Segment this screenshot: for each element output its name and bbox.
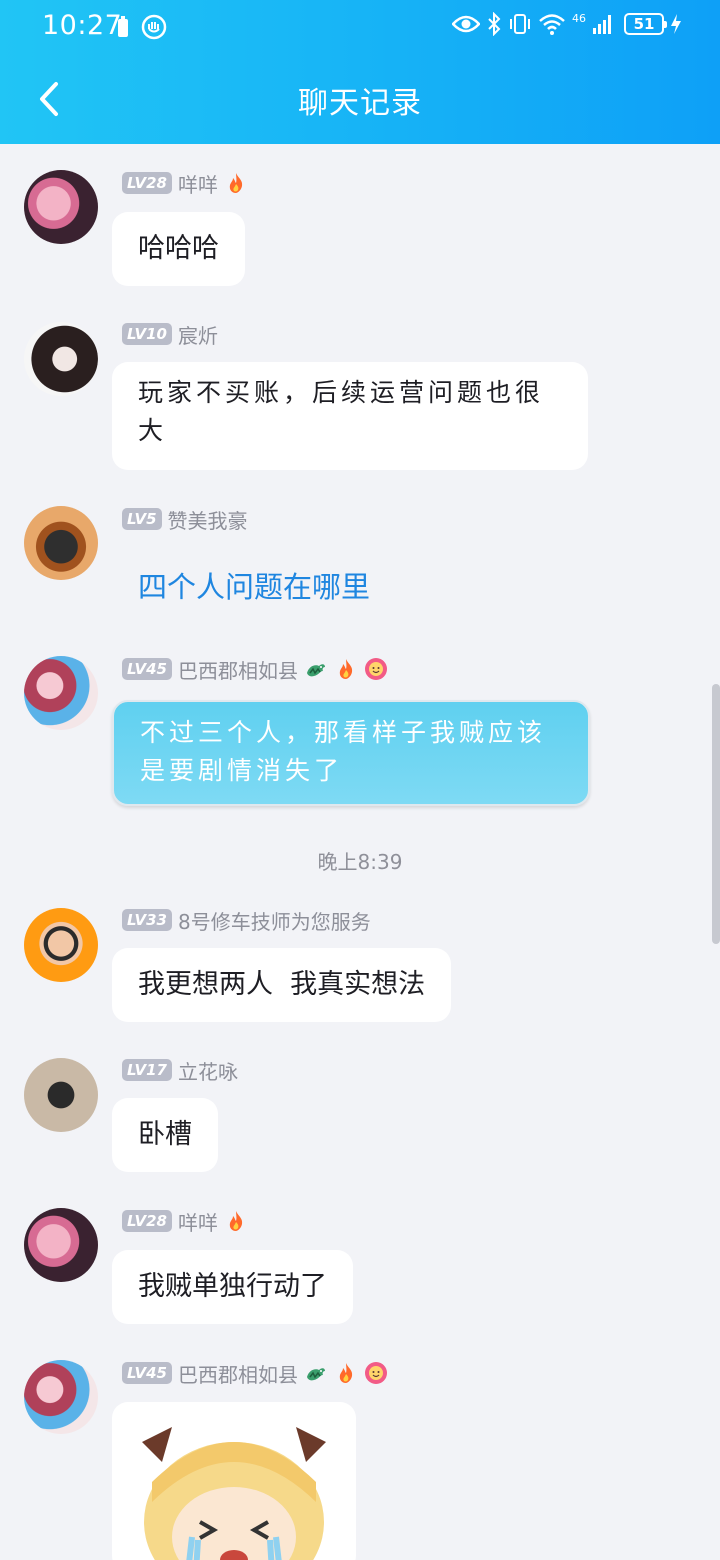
scrollbar[interactable] (712, 684, 720, 944)
dragon-icon (306, 1368, 325, 1381)
username[interactable]: 巴西郡相如县 (178, 655, 298, 684)
avatar[interactable] (24, 1360, 98, 1434)
app-notification-icon (141, 14, 167, 40)
dragon-icon (306, 664, 325, 677)
level-badge: LV28 (122, 1210, 172, 1232)
username[interactable]: 8号修车技师为您服务 (178, 906, 371, 935)
fire-icon (229, 1211, 243, 1231)
message-text[interactable]: 四个人问题在哪里 (138, 564, 370, 606)
vibrate-icon (510, 14, 530, 34)
message-bubble[interactable]: 我贼单独行动了 (112, 1250, 353, 1324)
crying-anime-sticker (142, 1427, 326, 1560)
level-badge: LV28 (122, 172, 172, 194)
username[interactable]: 宸炘 (178, 320, 218, 349)
message-bubble[interactable]: 我更想两人 我真实想法 (112, 948, 452, 1022)
status-time: 10:27 (42, 10, 123, 41)
avatar[interactable] (24, 506, 98, 580)
avatar[interactable] (24, 322, 98, 396)
message-bubble[interactable]: 哈哈哈 (112, 212, 245, 286)
message-bubble[interactable]: 不过三个人，那看样子我贼应该是要剧情消失了 (112, 700, 590, 806)
fire-icon (339, 659, 353, 679)
header-bar: 10:27 46 51 聊天记录 (0, 0, 720, 144)
username[interactable]: 咩咩 (178, 169, 218, 198)
avatar[interactable] (24, 1208, 98, 1282)
username[interactable]: 巴西郡相如县 (178, 1359, 298, 1388)
flower-face-icon (364, 1362, 387, 1384)
fire-icon (339, 1363, 353, 1383)
wifi-icon (539, 14, 565, 35)
level-badge: LV45 (122, 1362, 172, 1384)
level-badge: LV10 (122, 323, 172, 345)
battery-indicator: 51 (624, 13, 667, 35)
level-badge: LV45 (122, 658, 172, 680)
avatar[interactable] (24, 1058, 98, 1132)
page-title: 聊天记录 (298, 86, 422, 121)
fire-icon (229, 173, 243, 193)
level-badge: LV33 (122, 909, 172, 931)
eye-icon (452, 15, 480, 33)
sticker-image[interactable] (112, 1402, 356, 1560)
battery-saver-icon (118, 16, 128, 37)
level-badge: LV17 (122, 1059, 172, 1081)
username[interactable]: 赞美我豪 (168, 505, 248, 534)
status-bar: 10:27 46 51 (0, 0, 720, 56)
flower-face-icon (364, 658, 387, 680)
username[interactable]: 立花咏 (178, 1056, 238, 1085)
avatar[interactable] (24, 656, 98, 730)
avatar[interactable] (24, 908, 98, 982)
message-bubble[interactable]: 卧槽 (112, 1098, 218, 1172)
level-badge: LV5 (122, 508, 162, 530)
username[interactable]: 咩咩 (178, 1207, 218, 1236)
charging-icon (671, 14, 681, 34)
network-type-label: 46 (572, 12, 586, 25)
timestamp-divider: 晚上8:39 (317, 850, 403, 874)
bluetooth-icon (488, 12, 501, 36)
message-bubble[interactable]: 玩家不买账，后续运营问题也很大 (112, 362, 588, 470)
avatar[interactable] (24, 170, 98, 244)
signal-icon (593, 15, 611, 34)
